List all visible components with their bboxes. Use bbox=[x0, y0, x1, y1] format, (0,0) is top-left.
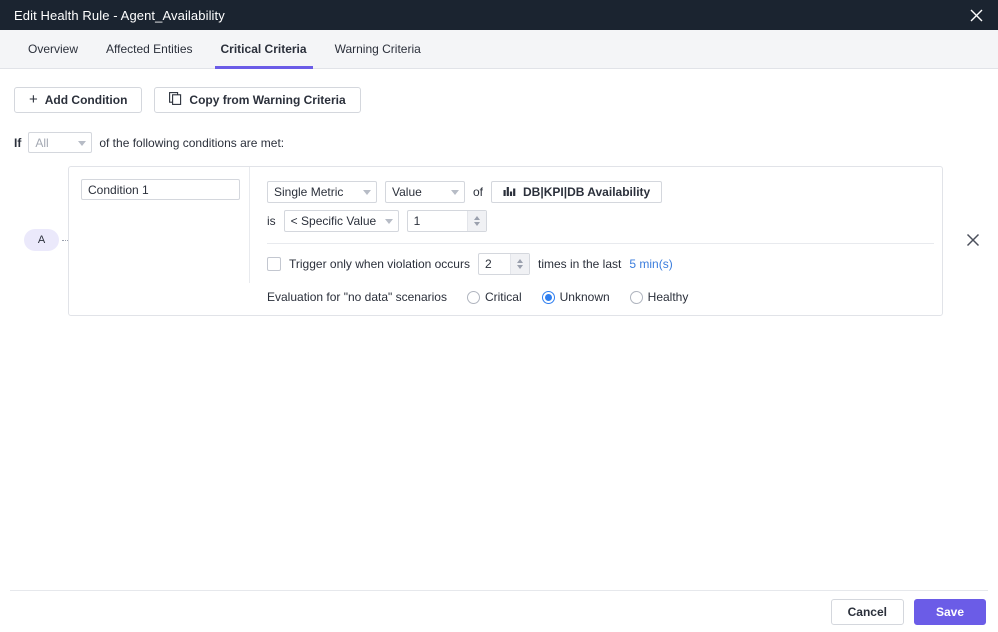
chevron-down-icon bbox=[363, 190, 371, 195]
radio-icon[interactable] bbox=[466, 290, 480, 304]
is-label: is bbox=[267, 214, 276, 228]
stepper-down-icon[interactable] bbox=[516, 265, 523, 269]
copy-from-warning-criteria-button[interactable]: Copy from Warning Criteria bbox=[154, 87, 361, 113]
card-horizontal-divider bbox=[267, 243, 934, 244]
footer-divider bbox=[10, 590, 988, 591]
chevron-down-icon bbox=[384, 219, 393, 224]
cancel-label: Cancel bbox=[847, 605, 887, 619]
radio-icon[interactable] bbox=[629, 290, 643, 304]
save-label: Save bbox=[935, 605, 965, 619]
trigger-violation-checkbox[interactable] bbox=[267, 257, 281, 271]
copy-icon bbox=[169, 92, 182, 108]
tab-critical-criteria-label: Critical Criteria bbox=[220, 42, 307, 56]
condition-aggregation-select[interactable]: Value bbox=[385, 181, 465, 203]
metric-label: DB|KPI|DB Availability bbox=[523, 185, 651, 199]
stepper-down-icon[interactable] bbox=[473, 222, 480, 226]
copy-from-warning-criteria-label: Copy from Warning Criteria bbox=[189, 93, 346, 107]
tab-critical-criteria[interactable]: Critical Criteria bbox=[207, 30, 321, 69]
trigger-count-stepper[interactable] bbox=[477, 253, 530, 275]
radio-icon-selected[interactable] bbox=[541, 290, 555, 304]
remove-condition-button[interactable] bbox=[962, 229, 984, 251]
criteria-toolbar: + Add Condition Copy from Warning Criter… bbox=[14, 87, 984, 113]
threshold-spinner-buttons[interactable] bbox=[466, 211, 486, 231]
bar-chart-icon bbox=[503, 185, 516, 200]
of-label: of bbox=[473, 185, 484, 199]
match-type-value: All bbox=[35, 135, 49, 150]
no-data-option-unknown[interactable]: Unknown bbox=[541, 290, 610, 304]
tab-affected-entities[interactable]: Affected Entities bbox=[92, 30, 207, 68]
chevron-down-icon bbox=[451, 190, 459, 195]
plus-icon: + bbox=[29, 90, 38, 108]
condition-metric-row: Single Metric Value of DB|KPI|DB Availab… bbox=[267, 181, 663, 203]
match-condition-row: If All of the following conditions are m… bbox=[14, 132, 984, 153]
condition-type-value: Single Metric bbox=[274, 185, 344, 199]
no-data-option-critical-label: Critical bbox=[484, 290, 522, 304]
no-data-option-healthy-label: Healthy bbox=[647, 290, 689, 304]
tab-bar: Overview Affected Entities Critical Crit… bbox=[0, 30, 998, 69]
add-condition-label: Add Condition bbox=[44, 93, 128, 107]
match-suffix-label: of the following conditions are met: bbox=[99, 135, 285, 150]
match-type-select[interactable]: All bbox=[28, 132, 93, 153]
criteria-panel: + Add Condition Copy from Warning Criter… bbox=[0, 69, 998, 326]
condition-type-select[interactable]: Single Metric bbox=[267, 181, 377, 203]
tab-affected-entities-label: Affected Entities bbox=[106, 42, 193, 56]
close-icon[interactable] bbox=[964, 3, 988, 27]
tab-overview-label: Overview bbox=[28, 42, 79, 56]
add-condition-button[interactable]: + Add Condition bbox=[14, 87, 143, 113]
stepper-up-icon[interactable] bbox=[473, 216, 480, 220]
if-label: If bbox=[14, 135, 22, 150]
metric-selector-chip[interactable]: DB|KPI|DB Availability bbox=[491, 181, 663, 203]
footer-actions: Cancel Save bbox=[830, 599, 986, 625]
condition-threshold-row: is < Specific Value bbox=[267, 210, 487, 232]
window-title: Edit Health Rule - Agent_Availability bbox=[14, 7, 225, 23]
window-titlebar: Edit Health Rule - Agent_Availability bbox=[0, 0, 998, 30]
trigger-prefix-label: Trigger only when violation occurs bbox=[289, 257, 470, 271]
trigger-window-link[interactable]: 5 min(s) bbox=[629, 257, 672, 271]
trigger-count-input[interactable] bbox=[478, 254, 511, 274]
no-data-option-healthy[interactable]: Healthy bbox=[629, 290, 689, 304]
tab-overview[interactable]: Overview bbox=[14, 30, 92, 68]
cancel-button[interactable]: Cancel bbox=[830, 599, 904, 625]
condition-row: A Single Metric Value of bbox=[14, 166, 984, 326]
no-data-option-critical[interactable]: Critical bbox=[466, 290, 522, 304]
condition-badge[interactable]: A bbox=[24, 229, 59, 251]
condition-card: Single Metric Value of bbox=[68, 166, 943, 316]
tab-warning-criteria[interactable]: Warning Criteria bbox=[321, 30, 435, 68]
no-data-label: Evaluation for "no data" scenarios bbox=[267, 290, 447, 304]
condition-operator-value: < Specific Value bbox=[290, 214, 377, 228]
condition-aggregation-value: Value bbox=[392, 185, 422, 199]
trigger-middle-label: times in the last bbox=[537, 257, 622, 271]
tab-warning-criteria-label: Warning Criteria bbox=[334, 42, 421, 56]
threshold-value-stepper[interactable] bbox=[406, 210, 487, 232]
no-data-evaluation-row: Evaluation for "no data" scenarios Criti… bbox=[267, 290, 688, 304]
trigger-violation-row: Trigger only when violation occurs times… bbox=[267, 253, 673, 275]
condition-operator-select[interactable]: < Specific Value bbox=[283, 210, 399, 232]
chevron-down-icon bbox=[78, 140, 87, 146]
condition-badge-label: A bbox=[37, 234, 46, 246]
no-data-option-unknown-label: Unknown bbox=[559, 290, 610, 304]
condition-name-input[interactable] bbox=[81, 179, 240, 200]
card-vertical-divider bbox=[249, 167, 250, 283]
threshold-value-input[interactable] bbox=[407, 211, 468, 231]
stepper-up-icon[interactable] bbox=[516, 259, 523, 263]
save-button[interactable]: Save bbox=[914, 599, 986, 625]
trigger-spinner-buttons[interactable] bbox=[509, 254, 529, 274]
